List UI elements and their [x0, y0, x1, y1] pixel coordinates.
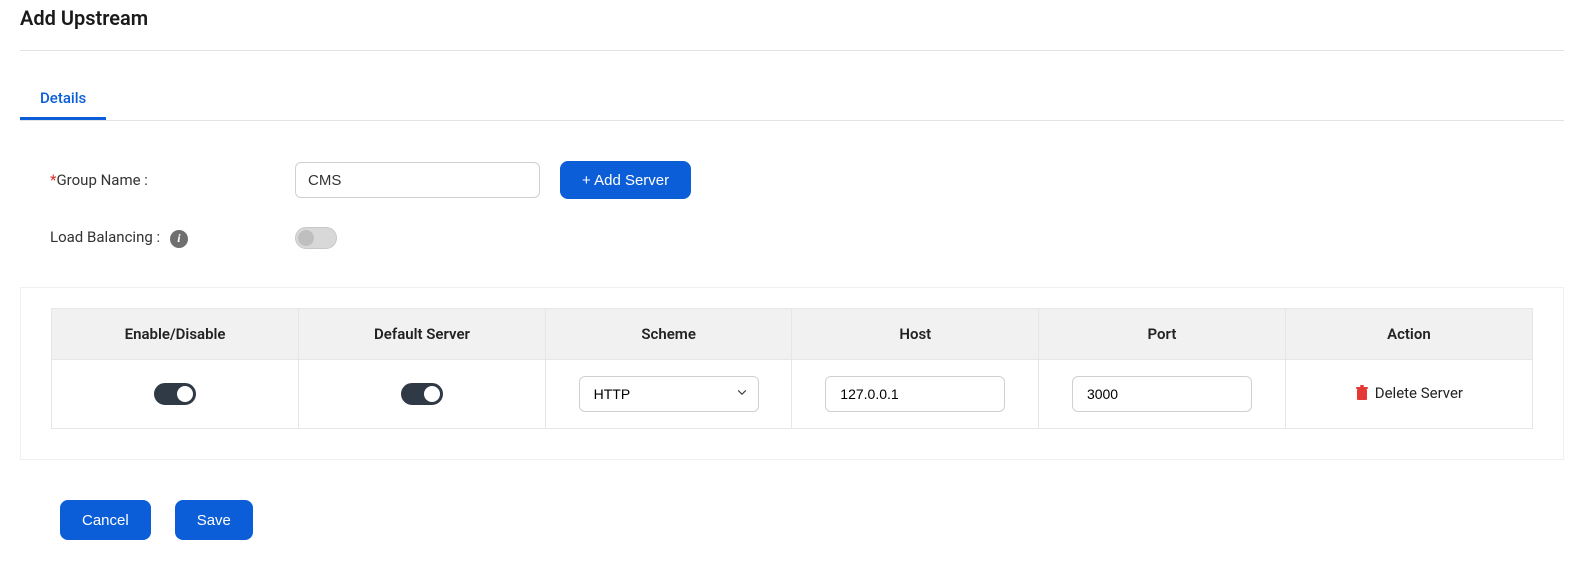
add-server-button[interactable]: + Add Server — [560, 161, 691, 199]
col-default-server: Default Server — [299, 309, 546, 360]
col-enable: Enable/Disable — [52, 309, 299, 360]
title-divider — [20, 50, 1564, 51]
tab-details[interactable]: Details — [20, 79, 106, 120]
tabs: Details — [20, 79, 1564, 121]
col-scheme: Scheme — [545, 309, 792, 360]
scheme-select[interactable] — [579, 376, 759, 412]
row-group-name: *Group Name : + Add Server — [50, 161, 1534, 199]
port-input[interactable] — [1072, 376, 1252, 412]
row-enable-toggle[interactable] — [154, 383, 196, 405]
table-row: Delete Server — [52, 360, 1532, 429]
toggle-knob — [298, 230, 314, 246]
group-name-input[interactable] — [295, 162, 540, 198]
footer-buttons: Cancel Save — [20, 460, 1564, 550]
toggle-knob — [424, 386, 440, 402]
col-action: Action — [1285, 309, 1532, 360]
form-area: *Group Name : + Add Server Load Balancin… — [20, 121, 1564, 287]
group-name-label-text: Group Name : — [56, 171, 147, 189]
row-load-balancing: Load Balancing : i — [50, 227, 1534, 249]
servers-table-wrap: Enable/Disable Default Server Scheme Hos… — [20, 287, 1564, 460]
load-balancing-toggle[interactable] — [295, 227, 337, 249]
delete-server-label: Delete Server — [1375, 384, 1463, 402]
load-balancing-label-text: Load Balancing : — [50, 228, 160, 246]
col-host: Host — [792, 309, 1039, 360]
save-button[interactable]: Save — [175, 500, 253, 540]
trash-icon — [1355, 385, 1369, 401]
row-default-toggle[interactable] — [401, 383, 443, 405]
delete-server-button[interactable]: Delete Server — [1355, 384, 1463, 402]
toggle-knob — [177, 386, 193, 402]
servers-table: Enable/Disable Default Server Scheme Hos… — [52, 309, 1532, 428]
col-port: Port — [1039, 309, 1286, 360]
info-icon[interactable]: i — [170, 230, 188, 248]
page-title: Add Upstream — [20, 6, 1564, 30]
host-input[interactable] — [825, 376, 1005, 412]
cancel-button[interactable]: Cancel — [60, 500, 151, 540]
group-name-label: *Group Name : — [50, 171, 295, 189]
scheme-select-wrap — [579, 376, 759, 412]
load-balancing-label: Load Balancing : i — [50, 228, 295, 248]
